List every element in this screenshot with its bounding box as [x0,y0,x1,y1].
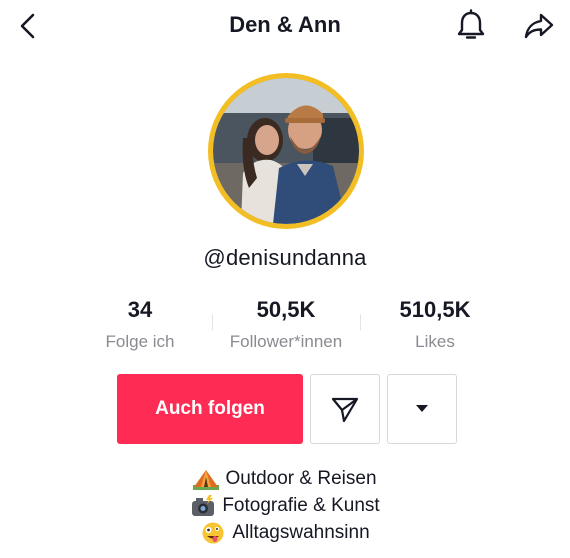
bell-icon [457,9,485,39]
likes-count: 510,5K [399,297,471,322]
top-bar: Den & Ann [0,0,570,52]
followers-stat[interactable]: 50,5K Follower*innen [212,296,360,354]
notification-bell-button[interactable] [450,6,492,46]
caret-down-icon [416,405,428,412]
bio-text: Outdoor & Reisen [225,468,377,489]
share-icon [524,13,554,39]
following-stat[interactable]: 34 Folge ich [90,296,190,354]
avatar[interactable] [208,73,364,229]
share-button[interactable] [518,6,560,46]
stat-divider [360,314,361,330]
more-options-button[interactable] [387,374,457,444]
bio-text: Fotografie & Kunst [222,495,380,516]
followers-label: Follower*innen [229,332,343,351]
bio-text: Alltagswahnsinn [232,522,370,543]
profile-photo [213,78,359,224]
message-button[interactable] [310,374,380,444]
following-label: Folge ich [105,332,175,351]
camping-tent-emoji [193,469,220,490]
zany-face-emoji [202,522,224,543]
follow-button[interactable]: Auch folgen [117,374,303,444]
bio-line: Fotografie & Kunst [0,492,570,519]
bio-line: Alltagswahnsinn [0,519,570,546]
following-count: 34 [127,297,153,322]
followers-count: 50,5K [256,297,316,322]
username: @denisundanna [203,245,367,270]
profile-stats: 34 Folge ich 50,5K Follower*innen 510,5K… [0,296,570,356]
bio: Outdoor & Reisen Fotografie & Kunst Allt… [0,465,570,546]
likes-stat[interactable]: 510,5K Likes [380,296,490,354]
bio-line: Outdoor & Reisen [0,465,570,492]
likes-label: Likes [415,332,455,351]
camera-flash-emoji [192,494,215,516]
send-icon [331,397,359,423]
